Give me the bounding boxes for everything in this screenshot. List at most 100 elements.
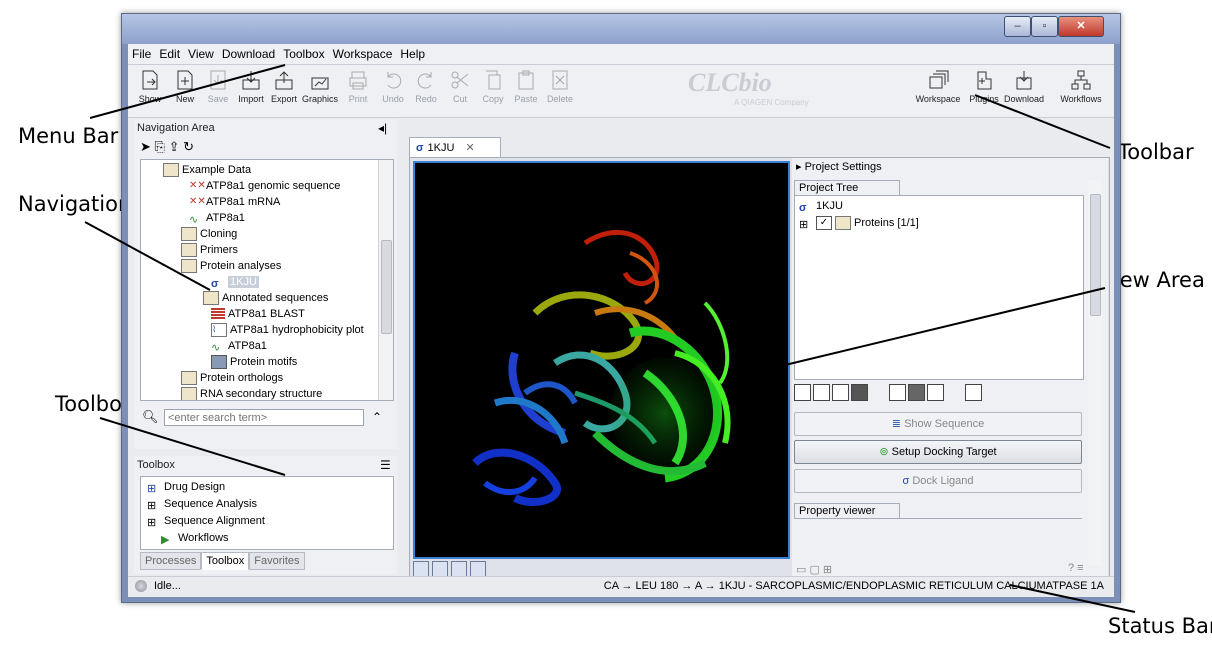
workflows-button[interactable]: Workflows (1056, 69, 1106, 104)
toolbar: Show New Save Import Export Graphics Pri… (128, 65, 1114, 118)
tree-item-rna-structure[interactable]: RNA secondary structure (181, 386, 322, 400)
label-style-icon[interactable] (926, 384, 944, 401)
sequence-alignment-icon: ⊞ (147, 517, 157, 530)
minimize-button[interactable]: – (1004, 16, 1031, 37)
molecule-3d-view[interactable] (413, 161, 790, 559)
menu-file[interactable]: File (128, 44, 155, 61)
surface-style-icon[interactable] (907, 384, 925, 401)
callout-status-bar: Status Bar (1108, 614, 1212, 638)
workspace-button[interactable]: Workspace (912, 69, 964, 104)
folder-icon (181, 227, 197, 242)
paste-icon (518, 70, 534, 90)
expand-search-icon[interactable]: ⌃ (372, 410, 382, 424)
tree-item-genomic-sequence[interactable]: ✕✕ATP8a1 genomic sequence (189, 178, 340, 194)
nav-scrollbar[interactable] (378, 160, 393, 400)
folder-icon (163, 163, 179, 178)
print-icon (349, 71, 367, 90)
expand-icon[interactable]: ⊞ (799, 217, 813, 231)
folder-icon (181, 243, 197, 258)
menu-help[interactable]: Help (396, 44, 429, 61)
wire-style-icon[interactable] (794, 384, 811, 401)
tab-processes[interactable]: Processes (140, 552, 202, 570)
show-sequence-button[interactable]: ≣ Show Sequence (794, 412, 1082, 436)
tree-item-atp8a1[interactable]: ∿ ATP8a1 (189, 210, 245, 226)
space-fill-style-icon[interactable] (851, 384, 868, 401)
workspace-icon (929, 70, 949, 89)
nav-pointer-icon[interactable]: ➤ (140, 139, 151, 154)
folder-icon (835, 216, 851, 231)
plugin-icon (977, 71, 992, 90)
tree-item-hydrophobicity[interactable]: ⌇ ATP8a1 hydrophobicity plot (211, 322, 364, 338)
setup-docking-target-button[interactable]: ⊚ Setup Docking Target (794, 440, 1082, 464)
graphics-button[interactable]: Graphics (300, 69, 340, 104)
toolbox-item-sequence-analysis[interactable]: ⊞ Sequence Analysis (147, 496, 257, 512)
side-panel-scrollbar[interactable] (1088, 180, 1102, 565)
tree-item-protein-motifs[interactable]: Protein motifs (211, 354, 297, 370)
project-tree-proteins[interactable]: ⊞ ✓ Proteins [1/1] (799, 215, 919, 231)
close-tab-icon[interactable]: ✕ (466, 142, 475, 154)
tree-item-cloning[interactable]: Cloning (181, 226, 237, 242)
distance-tool-icon[interactable] (964, 384, 982, 401)
side-panel: ▸ Project Settings Project Tree σ 1KJU ⊞ ✓… (792, 158, 1108, 579)
delete-button[interactable]: Delete (540, 69, 580, 104)
dock-ligand-button[interactable]: σ Dock Ligand (794, 469, 1082, 493)
tree-item-mrna[interactable]: ✕✕ATP8a1 mRNA (189, 194, 280, 210)
title-bar: – ▫ ✕ (122, 14, 1120, 44)
drug-design-icon: ⊞ (147, 483, 157, 496)
tree-item-blast[interactable]: ATP8a1 BLAST (211, 306, 305, 322)
info-view-icon[interactable] (432, 561, 448, 577)
tab-project-tree[interactable]: Project Tree (794, 180, 900, 196)
search-input[interactable] (164, 409, 364, 426)
close-button[interactable]: ✕ (1058, 16, 1104, 37)
maximize-button[interactable]: ▫ (1031, 16, 1058, 37)
visual-style-bar (794, 384, 984, 404)
refresh-icon[interactable]: ↻ (183, 139, 194, 154)
save-icon (210, 70, 226, 90)
callout-toolbar: Toolbar (1118, 140, 1194, 164)
project-tree-root[interactable]: σ 1KJU (799, 198, 843, 214)
tree-item-example-data[interactable]: Example Data (163, 162, 251, 178)
menu-workspace[interactable]: Workspace (329, 44, 397, 61)
navigation-area: Navigation Area ◂| ➤ ⎘ ⇪ ↻ Example Data … (134, 119, 397, 449)
status-text: Idle... (154, 580, 181, 592)
tree-item-1kju[interactable]: σ 1KJU (211, 274, 259, 290)
tree-item-annotated-sequences[interactable]: Annotated sequences (203, 290, 328, 306)
help-icon[interactable]: ? ≡ (1068, 562, 1084, 574)
tree-item-protein-analyses[interactable]: Protein analyses (181, 258, 281, 274)
menu-download[interactable]: Download (218, 44, 279, 61)
nav-export-icon[interactable]: ⇪ (169, 139, 180, 154)
toolbox-item-sequence-alignment[interactable]: ⊞ Sequence Alignment (147, 513, 265, 529)
plugins-button[interactable]: Plugins (964, 69, 1004, 104)
download-button[interactable]: Download (1004, 69, 1044, 104)
nav-import-icon[interactable]: ⎘ (155, 139, 165, 154)
search-icon[interactable]: 🔍︎ (142, 409, 159, 425)
ball-stick-style-icon[interactable] (832, 384, 849, 401)
tab-favorites[interactable]: Favorites (249, 552, 305, 570)
3d-view-icon[interactable] (413, 561, 429, 577)
nav-scroll-thumb[interactable] (381, 240, 392, 334)
tab-property-viewer[interactable]: Property viewer (794, 503, 900, 519)
tab-toolbox[interactable]: Toolbox (201, 552, 250, 570)
project-settings-header[interactable]: ▸ Project Settings (796, 160, 882, 173)
tree-item-protein-orthologs[interactable]: Protein orthologs (181, 370, 283, 386)
menu-toolbox[interactable]: Toolbox (279, 44, 328, 61)
cartoon-style-icon[interactable] (888, 384, 906, 401)
annotation-view-icon[interactable] (470, 561, 486, 577)
tree-item-atp8a1-protein[interactable]: ∿ ATP8a1 (211, 338, 267, 354)
collapse-nav-icon[interactable]: ◂| (378, 121, 387, 135)
editor-tab-1kju[interactable]: σ 1KJU ✕ (409, 137, 501, 158)
show-button[interactable]: Show (130, 69, 170, 104)
stick-style-icon[interactable] (813, 384, 830, 401)
toolbox-item-drug-design[interactable]: ⊞ Drug Design (147, 479, 225, 495)
toolbox-item-workflows[interactable]: ▶ Workflows (161, 530, 229, 546)
side-scroll-thumb[interactable] (1090, 194, 1101, 316)
menu-edit[interactable]: Edit (155, 44, 184, 61)
menu-view[interactable]: View (184, 44, 218, 61)
toolbox-menu-icon[interactable]: ☰ (380, 458, 391, 472)
tree-item-primers[interactable]: Primers (181, 242, 238, 258)
export-button[interactable]: Export (264, 69, 304, 104)
print-button[interactable]: Print (338, 69, 378, 104)
history-view-icon[interactable] (451, 561, 467, 577)
redo-icon (417, 72, 432, 89)
checkbox-checked-icon[interactable]: ✓ (816, 216, 832, 231)
